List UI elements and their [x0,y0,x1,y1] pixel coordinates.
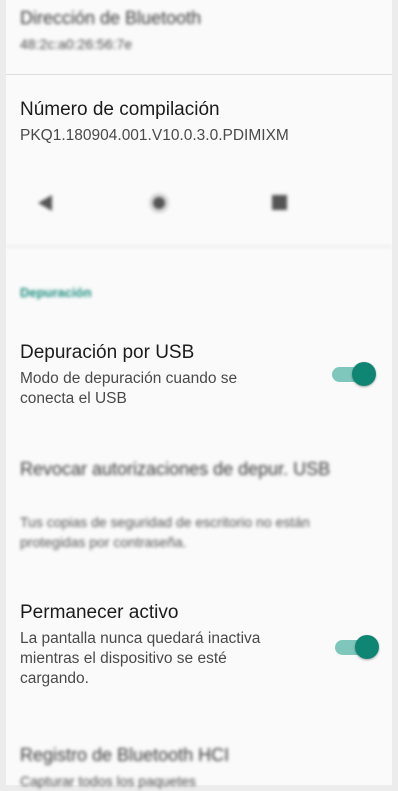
back-triangle-icon[interactable] [32,191,56,215]
stay-awake-summary: La pantalla nunca quedará inactiva mient… [20,630,261,687]
revoke-usb-auth-title: Revocar autorizaciones de depur. USB [20,459,331,479]
toggle-thumb [352,362,376,386]
toggle-thumb [355,635,379,659]
backup-password-summary: Tus copias de seguridad de escritorio no… [20,514,310,550]
stay-awake-toggle[interactable] [333,635,379,659]
bluetooth-address-value: 48:2c:a0:26:56:7e [20,36,133,52]
home-circle-icon[interactable] [147,191,171,215]
stay-awake-title: Permanecer activo [20,602,179,623]
usb-debugging-summary: Modo de depuración cuando se conecta el … [20,370,238,407]
section-header-debugging: Depuración [20,285,92,300]
bluetooth-address-title: Dirección de Bluetooth [20,8,202,28]
revoke-usb-auth-item[interactable]: Revocar autorizaciones de depur. USB [20,457,378,481]
bluetooth-hci-log-summary: Capturar todos los paquetes [20,773,196,789]
stay-awake-item[interactable]: Permanecer activo La pantalla nunca qued… [20,601,378,689]
bluetooth-hci-log-item[interactable]: Registro de Bluetooth HCI Capturar todos… [20,743,378,791]
backup-password-item[interactable]: Tus copias de seguridad de escritorio no… [20,512,378,552]
bluetooth-hci-log-title: Registro de Bluetooth HCI [20,745,230,765]
divider [6,246,392,247]
usb-debugging-title: Depuración por USB [20,342,195,363]
build-number-title: Número de compilación [20,99,220,120]
recents-square-icon[interactable] [268,191,292,215]
divider [6,74,392,75]
settings-screen: Dirección de Bluetooth 48:2c:a0:26:56:7e… [6,0,392,789]
usb-debugging-toggle[interactable] [330,362,376,386]
build-number-item[interactable]: Número de compilación PKQ1.180904.001.V1… [20,98,378,146]
bluetooth-address-item: Dirección de Bluetooth 48:2c:a0:26:56:7e [20,6,378,54]
usb-debugging-item[interactable]: Depuración por USB Modo de depuración cu… [20,341,378,409]
navigation-bar [6,175,392,231]
build-number-value: PKQ1.180904.001.V10.0.3.0.PDIMIXM [20,127,289,144]
